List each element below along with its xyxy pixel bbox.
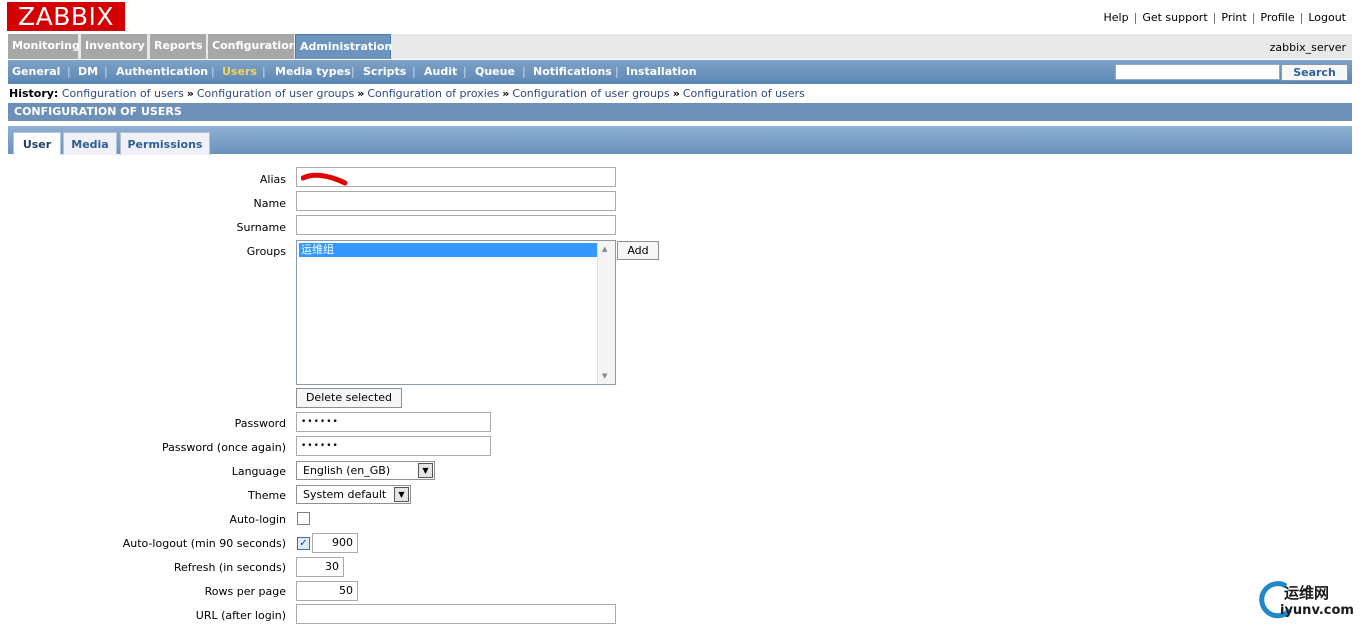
zabbix-logo[interactable]: ZABBIX [7, 2, 125, 31]
tab-user[interactable]: User [13, 132, 61, 155]
add-group-button[interactable]: Add [617, 241, 659, 260]
submenu-users[interactable]: Users [222, 60, 257, 84]
url-after-login-field[interactable] [296, 604, 616, 624]
password-field[interactable]: •••••• [296, 412, 491, 432]
menu-monitoring[interactable]: Monitoring [8, 34, 80, 59]
refresh-label: Refresh (in seconds) [173, 561, 286, 574]
autologout-label: Auto-logout (min 90 seconds) [122, 537, 286, 550]
name-label: Name [253, 197, 286, 210]
history-link[interactable]: Configuration of user groups [197, 87, 354, 100]
listbox-scrollbar[interactable]: ▲ ▼ [597, 241, 615, 384]
history-link[interactable]: Configuration of user groups [512, 87, 669, 100]
rows-per-page-field[interactable]: 50 [296, 581, 358, 601]
tab-media[interactable]: Media [63, 132, 117, 155]
autologin-label: Auto-login [229, 513, 286, 526]
menu-administration[interactable]: Administration [295, 34, 392, 59]
delete-selected-button[interactable]: Delete selected [296, 388, 402, 408]
name-field[interactable] [296, 191, 616, 211]
get-support-link[interactable]: Get support [1142, 11, 1207, 24]
history-breadcrumb: History: Configuration of users» Configur… [9, 87, 805, 100]
rows-per-page-label: Rows per page [204, 585, 286, 598]
language-select[interactable]: English (en_GB) ▼ [296, 461, 435, 480]
server-name: zabbix_server [1269, 41, 1346, 54]
surname-field[interactable] [296, 215, 616, 235]
chevron-down-icon[interactable]: ▼ [394, 487, 409, 502]
submenu-media-types[interactable]: Media types [275, 60, 351, 84]
history-link[interactable]: Configuration of users [62, 87, 184, 100]
search-input[interactable] [1115, 64, 1280, 80]
scroll-up-icon[interactable]: ▲ [602, 245, 607, 253]
password-again-field[interactable]: •••••• [296, 436, 491, 456]
watermark-title: 运维网 [1284, 584, 1330, 602]
alias-field[interactable] [296, 167, 616, 187]
history-label: History: [9, 87, 59, 100]
main-menu: Monitoring Inventory Reports Configurati… [8, 34, 1352, 59]
help-link[interactable]: Help [1104, 11, 1129, 24]
history-link[interactable]: Configuration of proxies [367, 87, 499, 100]
menu-inventory[interactable]: Inventory [81, 34, 147, 59]
autologout-checkbox[interactable]: ✓ [297, 537, 310, 550]
chevron-down-icon[interactable]: ▼ [418, 463, 433, 478]
submenu-scripts[interactable]: Scripts [363, 60, 406, 84]
submenu-installation[interactable]: Installation [626, 60, 697, 84]
menu-configuration[interactable]: Configuration [208, 34, 297, 59]
submenu-authentication[interactable]: Authentication [116, 60, 208, 84]
groups-list-item[interactable]: 运维组 [299, 243, 597, 257]
print-link[interactable]: Print [1221, 11, 1246, 24]
submenu-audit[interactable]: Audit [424, 60, 457, 84]
scroll-down-icon[interactable]: ▼ [602, 372, 607, 380]
url-after-login-label: URL (after login) [195, 609, 286, 622]
language-label: Language [231, 465, 286, 478]
submenu-general[interactable]: General [12, 60, 60, 84]
submenu-queue[interactable]: Queue [475, 60, 515, 84]
theme-value: System default [303, 488, 387, 501]
tab-permissions[interactable]: Permissions [120, 132, 210, 155]
autologin-checkbox[interactable] [297, 512, 310, 525]
menu-reports[interactable]: Reports [150, 34, 206, 59]
refresh-field[interactable]: 30 [296, 557, 344, 577]
logout-link[interactable]: Logout [1308, 11, 1346, 24]
alias-label: Alias [259, 173, 286, 186]
theme-select[interactable]: System default ▼ [296, 485, 411, 504]
autologout-field[interactable]: 900 [312, 533, 358, 553]
page-title: CONFIGURATION OF USERS [8, 103, 1352, 121]
profile-link[interactable]: Profile [1260, 11, 1294, 24]
groups-label: Groups [246, 245, 286, 258]
submenu-notifications[interactable]: Notifications [533, 60, 612, 84]
redaction-mark [301, 172, 348, 186]
submenu-dm[interactable]: DM [78, 60, 98, 84]
top-links: Help | Get support | Print | Profile | Logout [1103, 11, 1346, 24]
theme-label: Theme [248, 489, 286, 502]
search-button[interactable]: Search [1281, 64, 1348, 81]
language-value: English (en_GB) [303, 464, 391, 477]
password-again-label: Password (once again) [162, 441, 286, 454]
password-label: Password [234, 417, 286, 430]
watermark-domain: iyunv.com [1280, 603, 1354, 618]
groups-listbox[interactable]: 运维组 ▲ ▼ [296, 240, 616, 385]
site-watermark: 运维网 iyunv.com [1256, 580, 1356, 622]
surname-label: Surname [236, 221, 286, 234]
history-link[interactable]: Configuration of users [683, 87, 805, 100]
